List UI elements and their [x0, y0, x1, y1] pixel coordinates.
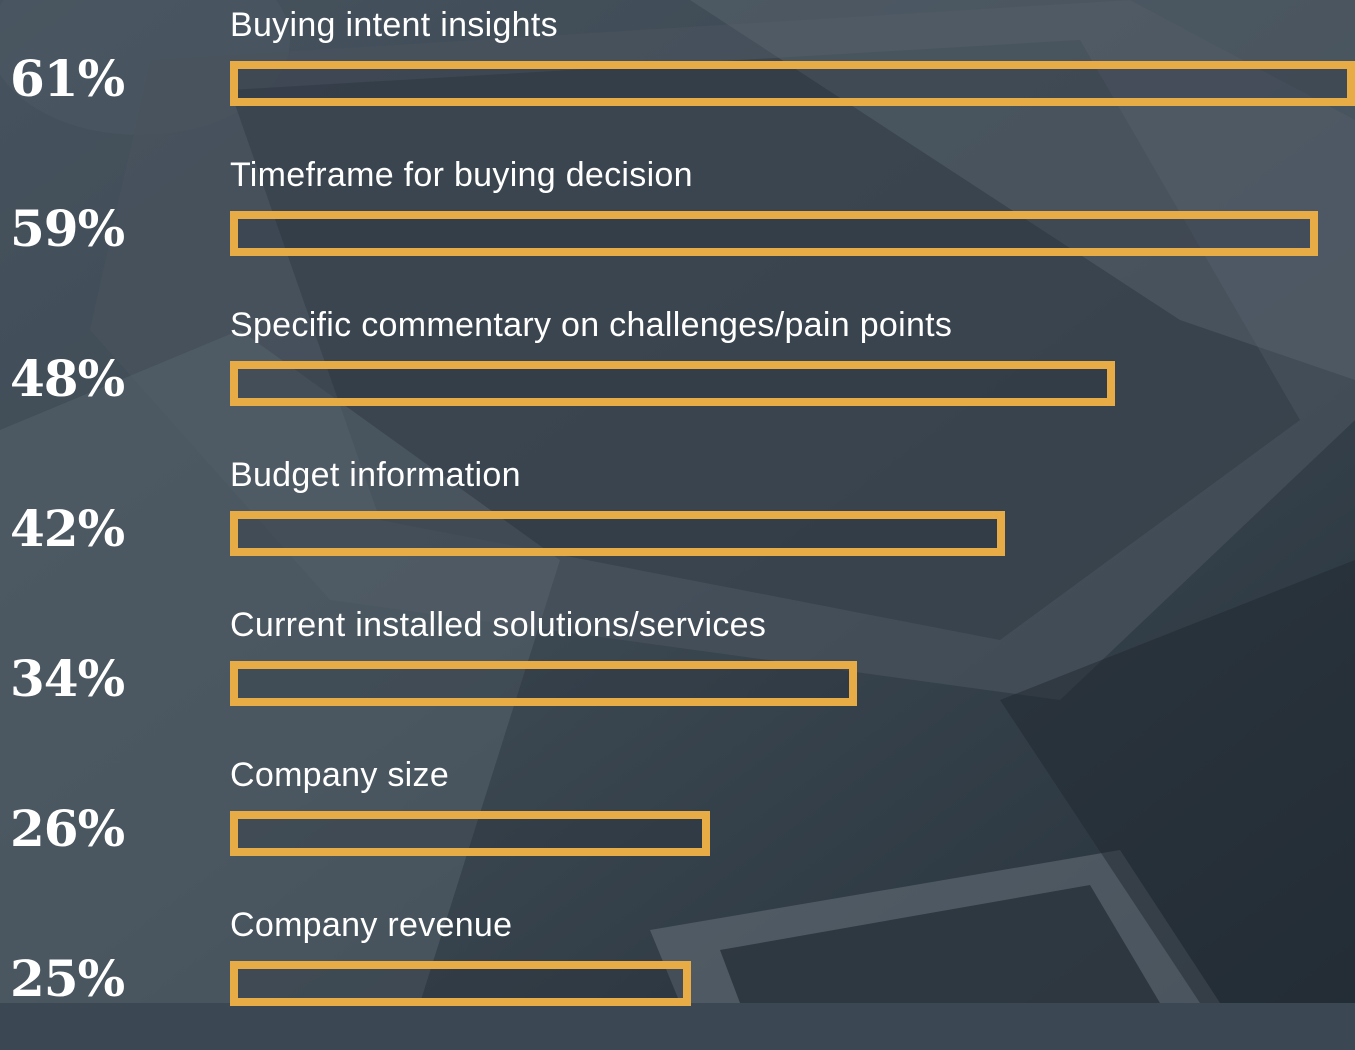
- bar-row: 61% Buying intent insights: [0, 0, 1355, 150]
- value-label: 34%: [10, 649, 125, 708]
- value-label: 48%: [10, 349, 125, 408]
- category-label: Buying intent insights: [230, 6, 558, 44]
- bar-row: 48% Specific commentary on challenges/pai…: [0, 300, 1355, 450]
- category-label: Timeframe for buying decision: [230, 156, 693, 194]
- bar: [230, 961, 691, 1006]
- bar: [230, 211, 1318, 256]
- value-label: 59%: [10, 199, 125, 258]
- value-label: 61%: [10, 49, 125, 108]
- bar: [230, 811, 710, 856]
- category-label: Current installed solutions/services: [230, 606, 767, 644]
- category-label: Specific commentary on challenges/pain p…: [230, 306, 953, 344]
- value-label: 26%: [10, 799, 125, 858]
- bar: [230, 511, 1005, 556]
- bar-row: 42% Budget information: [0, 450, 1355, 600]
- bar: [230, 361, 1115, 406]
- category-label: Budget information: [230, 456, 521, 494]
- category-label: Company size: [230, 756, 450, 794]
- bar-row: 59% Timeframe for buying decision: [0, 150, 1355, 300]
- bar: [230, 661, 857, 706]
- bar-row: 25% Company revenue: [0, 900, 1355, 1050]
- bar: [230, 61, 1355, 106]
- horizontal-bar-chart: 61% Buying intent insights 59% Timeframe fo…: [0, 0, 1355, 1006]
- value-label: 42%: [10, 499, 125, 558]
- bar-row: 26% Company size: [0, 750, 1355, 900]
- category-label: Company revenue: [230, 906, 513, 944]
- value-label: 25%: [10, 949, 125, 1008]
- bar-row: 34% Current installed solutions/services: [0, 600, 1355, 750]
